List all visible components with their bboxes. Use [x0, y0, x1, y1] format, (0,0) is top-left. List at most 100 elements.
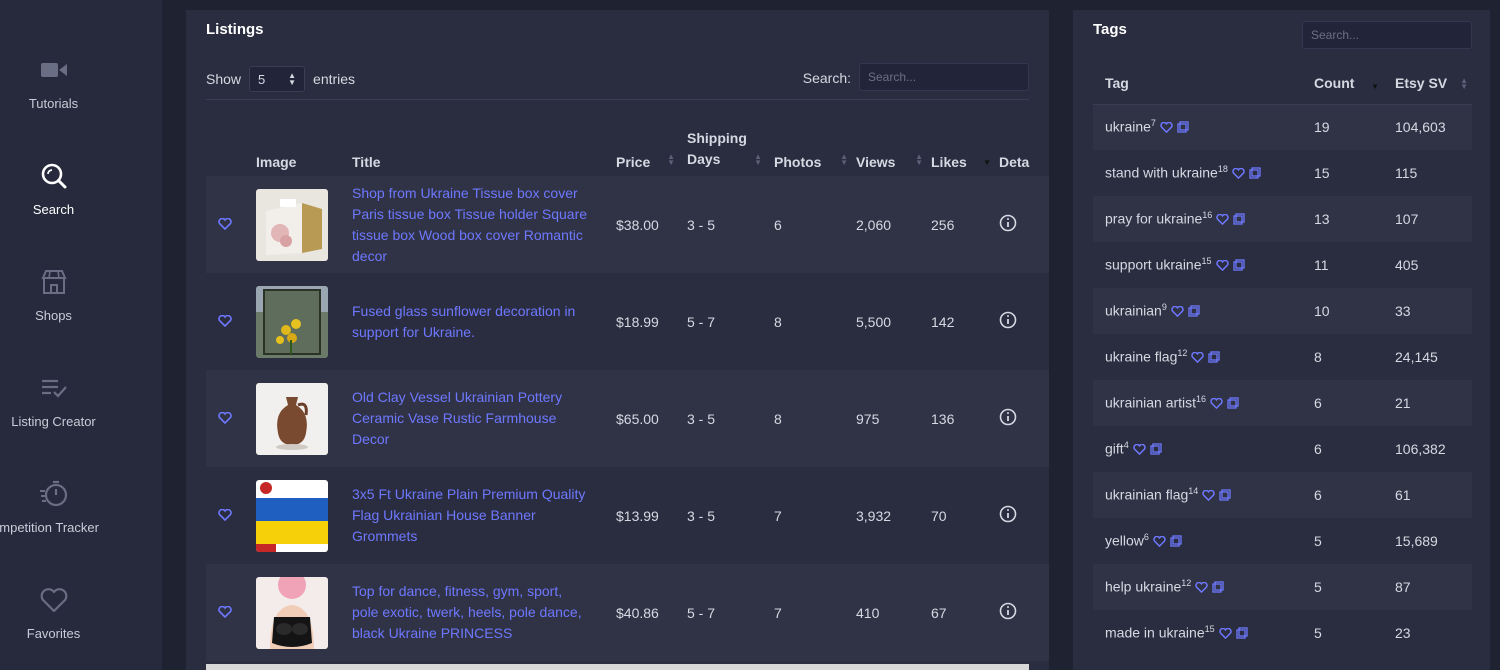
info-icon[interactable] [999, 311, 1017, 332]
col-header-views[interactable]: Views ▲ ▼ [856, 110, 931, 176]
sidebar-item-search[interactable]: Search [0, 158, 107, 217]
sidebar-item-label: Favorites [26, 626, 81, 641]
favorite-heart-icon[interactable] [1218, 626, 1232, 642]
favorite-heart-icon[interactable] [1232, 166, 1245, 182]
favorite-heart-icon[interactable] [1171, 304, 1184, 320]
favorite-heart-icon[interactable] [218, 605, 232, 621]
copy-icon[interactable] [1219, 488, 1231, 504]
tags-search-input[interactable]: Search... [1302, 21, 1472, 49]
sidebar-item-label: Tutorials [28, 96, 79, 111]
entries-select[interactable]: 5 ▲ ▼ [249, 66, 306, 92]
tag-count: 19 [1314, 119, 1330, 136]
copy-icon[interactable] [1227, 396, 1239, 412]
col-header-image: Image [256, 154, 297, 170]
listing-title-link[interactable]: Top for dance, fitness, gym, sport, pole… [352, 581, 592, 644]
favorite-heart-icon[interactable] [1191, 350, 1205, 366]
copy-icon[interactable] [1170, 534, 1182, 550]
listing-thumbnail[interactable] [256, 479, 328, 552]
tag-row: ukraine flag12 8 24,145 [1093, 334, 1472, 380]
sidebar-item-shops[interactable]: Shops [0, 264, 107, 323]
entries-value: 5 [258, 71, 266, 87]
sort-icon: ▲ ▼ [754, 152, 762, 167]
listing-likes: 70 [931, 507, 947, 524]
favorite-heart-icon[interactable] [218, 217, 232, 233]
favorite-heart-icon[interactable] [218, 314, 232, 330]
tag-count: 15 [1314, 165, 1330, 181]
copy-icon[interactable] [1235, 626, 1248, 642]
favorite-heart-icon[interactable] [1195, 580, 1209, 596]
store-icon [0, 264, 107, 300]
copy-icon[interactable] [1249, 166, 1261, 182]
listing-photos: 8 [774, 410, 782, 427]
tag-count: 5 [1314, 533, 1322, 549]
copy-icon[interactable] [1212, 580, 1224, 596]
tag-row: ukraine7 19 104,603 [1093, 104, 1472, 150]
col-header-etsy-sv[interactable]: Etsy SV ▲ ▼ [1383, 62, 1472, 105]
copy-icon[interactable] [1188, 304, 1200, 320]
col-header-count[interactable]: Count ▼ [1302, 62, 1383, 105]
listing-shipping: 5 - 7 [687, 604, 716, 621]
tag-superscript: 16 [1196, 394, 1207, 405]
info-icon[interactable] [999, 408, 1017, 429]
copy-icon[interactable] [1177, 120, 1189, 136]
copy-icon[interactable] [1232, 258, 1245, 274]
sidebar-item-competition-tracker[interactable]: ompetition Tracker [0, 476, 107, 535]
listing-views: 2,060 [856, 216, 892, 233]
tag-superscript: 12 [1177, 348, 1188, 359]
listing-title-link[interactable]: Shop from Ukraine Tissue box cover Paris… [352, 183, 592, 267]
col-header-title[interactable]: Title [352, 110, 616, 176]
sidebar: Tutorials Search Shops Listing Creator o… [0, 0, 162, 670]
tag-superscript: 14 [1188, 486, 1199, 497]
favorite-heart-icon[interactable] [1202, 488, 1216, 504]
col-header-photos[interactable]: Photos ▲ ▼ [774, 110, 856, 176]
listings-search-input[interactable]: Search... [859, 63, 1029, 91]
tag-superscript: 4 [1123, 440, 1129, 451]
favorite-heart-icon[interactable] [1216, 212, 1230, 228]
favorite-heart-icon[interactable] [1160, 120, 1173, 136]
info-icon[interactable] [999, 602, 1017, 623]
listing-title-link[interactable]: 3x5 Ft Ukraine Plain Premium Quality Fla… [352, 484, 592, 547]
listings-search-label: Search: [802, 70, 851, 86]
table-row: 3x5 Ft Ukraine Plain Premium Quality Fla… [206, 467, 1049, 564]
horizontal-scrollbar[interactable] [206, 664, 1029, 670]
tag-count: 10 [1314, 303, 1330, 319]
tag-label: pray for ukraine [1105, 210, 1203, 227]
favorite-heart-icon[interactable] [1215, 258, 1229, 274]
sidebar-item-listing-creator[interactable]: Listing Creator [0, 370, 107, 429]
col-header-likes[interactable]: Likes ▼ [931, 110, 999, 176]
listing-title-link[interactable]: Fused glass sunflower decoration in supp… [352, 301, 592, 343]
listing-thumbnail[interactable] [256, 576, 328, 649]
listing-thumbnail[interactable] [256, 382, 328, 455]
col-header-tag[interactable]: Tag [1093, 62, 1302, 105]
tag-superscript: 16 [1202, 210, 1213, 221]
tag-label: yellow [1105, 532, 1144, 549]
tag-etsy-sv: 107 [1395, 211, 1419, 227]
tag-etsy-sv: 106,382 [1395, 441, 1446, 457]
listing-likes: 136 [931, 410, 955, 427]
favorite-heart-icon[interactable] [218, 411, 232, 427]
info-icon[interactable] [999, 214, 1017, 235]
info-icon[interactable] [999, 505, 1017, 526]
col-header-details[interactable]: Deta [999, 110, 1049, 176]
listing-price: $40.86 [616, 604, 659, 621]
stopwatch-icon [0, 476, 107, 512]
copy-icon[interactable] [1208, 350, 1221, 366]
col-header-shipping[interactable]: Shipping Days ▲ ▼ [687, 110, 774, 176]
copy-icon[interactable] [1233, 212, 1245, 228]
col-header-price[interactable]: Price ▲ ▼ [616, 110, 687, 176]
tag-label: gift [1105, 440, 1124, 457]
listing-thumbnail[interactable] [256, 188, 328, 261]
listing-photos: 8 [774, 313, 782, 330]
copy-icon[interactable] [1150, 442, 1162, 458]
favorite-heart-icon[interactable] [1132, 442, 1146, 458]
tag-etsy-sv: 23 [1395, 625, 1411, 641]
sidebar-item-favorites[interactable]: Favorites [0, 582, 107, 641]
sidebar-item-label: Search [32, 202, 75, 217]
listing-title-link[interactable]: Old Clay Vessel Ukrainian Pottery Cerami… [352, 387, 592, 450]
listing-thumbnail[interactable] [256, 285, 328, 358]
sidebar-item-tutorials[interactable]: Tutorials [0, 52, 107, 111]
tags-header-row: Tag Count ▼ Etsy SV ▲ ▼ [1093, 62, 1472, 105]
favorite-heart-icon[interactable] [1153, 534, 1166, 550]
favorite-heart-icon[interactable] [1210, 396, 1223, 412]
favorite-heart-icon[interactable] [218, 508, 232, 524]
